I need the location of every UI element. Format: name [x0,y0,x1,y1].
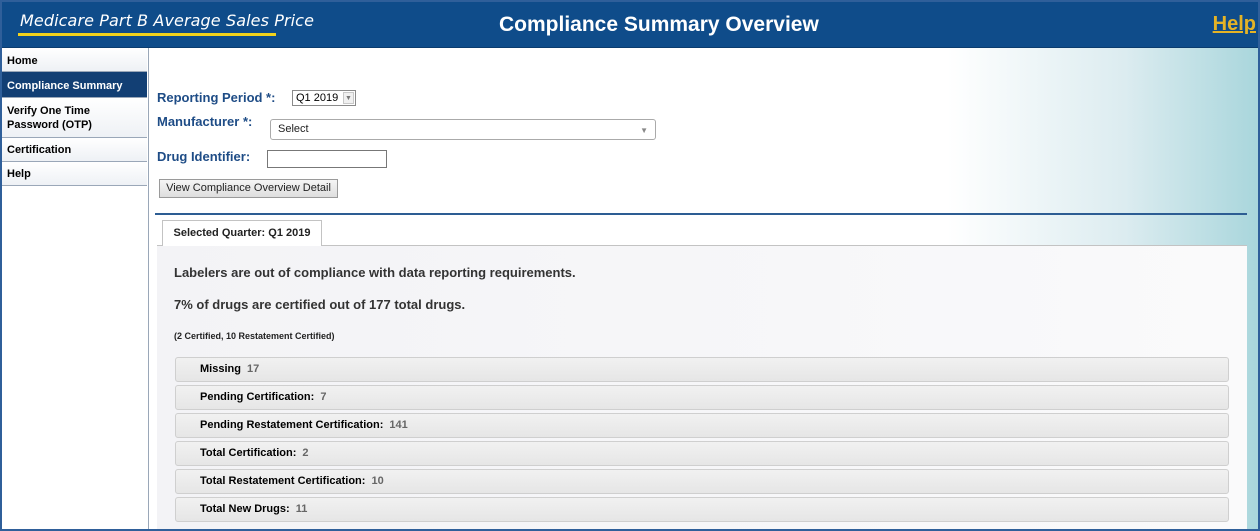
accordion-label: Total Restatement Certification: [200,475,366,487]
accordion-count: 141 [389,419,408,431]
accordion-label: Total New Drugs: [200,503,290,515]
app-frame: Medicare Part B Average Sales Price Comp… [0,0,1260,531]
sidebar-item-help[interactable]: Help [2,162,147,186]
sidebar-item-verify-otp[interactable]: Verify One Time Password (OTP) [2,98,147,138]
certified-percentage-message: 7% of drugs are certified out of 177 tot… [174,297,466,312]
accordion-pending-certification[interactable]: Pending Certification: 7 [175,385,1229,410]
accordion-count: 17 [247,363,260,375]
view-compliance-overview-detail-button[interactable]: View Compliance Overview Detail [159,179,338,198]
sidebar-item-home[interactable]: Home [2,48,147,72]
title-underline [18,33,276,36]
accordion-count: 2 [302,447,309,459]
certified-breakdown-note: (2 Certified, 10 Restatement Certified) [174,331,335,341]
sidebar-item-certification[interactable]: Certification [2,138,147,162]
chevron-down-icon: ▼ [343,92,354,104]
accordion-count: 7 [320,391,327,403]
drug-identifier-input[interactable] [267,150,387,168]
accordion-count: 10 [371,475,384,487]
sidebar-nav: Home Compliance Summary Verify One Time … [2,48,149,529]
accordion-missing[interactable]: Missing 17 [175,357,1229,382]
compliance-message: Labelers are out of compliance with data… [174,265,576,280]
help-link[interactable]: Help [1213,13,1256,36]
accordion-total-restatement-certification[interactable]: Total Restatement Certification: 10 [175,469,1229,494]
main-content: Reporting Period *: Q1 2019 ▼ Manufactur… [149,48,1258,529]
chevron-down-icon: ▼ [640,126,648,135]
reporting-period-value: Q1 2019 [296,92,339,104]
accordion-pending-restatement-certification[interactable]: Pending Restatement Certification: 141 [175,413,1229,438]
sidebar-item-compliance-summary[interactable]: Compliance Summary [2,72,147,98]
tab-selected-quarter[interactable]: Selected Quarter: Q1 2019 [162,220,322,246]
accordion-total-certification[interactable]: Total Certification: 2 [175,441,1229,466]
accordion-label: Missing [200,363,241,375]
manufacturer-label: Manufacturer *: [157,114,253,129]
page-title: Compliance Summary Overview [499,13,819,36]
accordion-label: Total Certification: [200,447,297,459]
app-title: Medicare Part B Average Sales Price [20,11,315,30]
drug-identifier-label: Drug Identifier: [157,149,251,164]
accordion-label: Pending Certification: [200,391,315,403]
accordion-label: Pending Restatement Certification: [200,419,384,431]
section-divider [155,213,1247,215]
summary-panel: Labelers are out of compliance with data… [157,245,1247,529]
app-header: Medicare Part B Average Sales Price Comp… [2,2,1258,48]
accordion-total-new-drugs[interactable]: Total New Drugs: 11 [175,497,1229,522]
manufacturer-value: Select [278,123,309,135]
accordion-count: 11 [295,503,308,515]
reporting-period-select[interactable]: Q1 2019 ▼ [292,90,356,106]
manufacturer-select[interactable]: Select ▼ [270,119,656,140]
reporting-period-label: Reporting Period *: [157,90,276,105]
